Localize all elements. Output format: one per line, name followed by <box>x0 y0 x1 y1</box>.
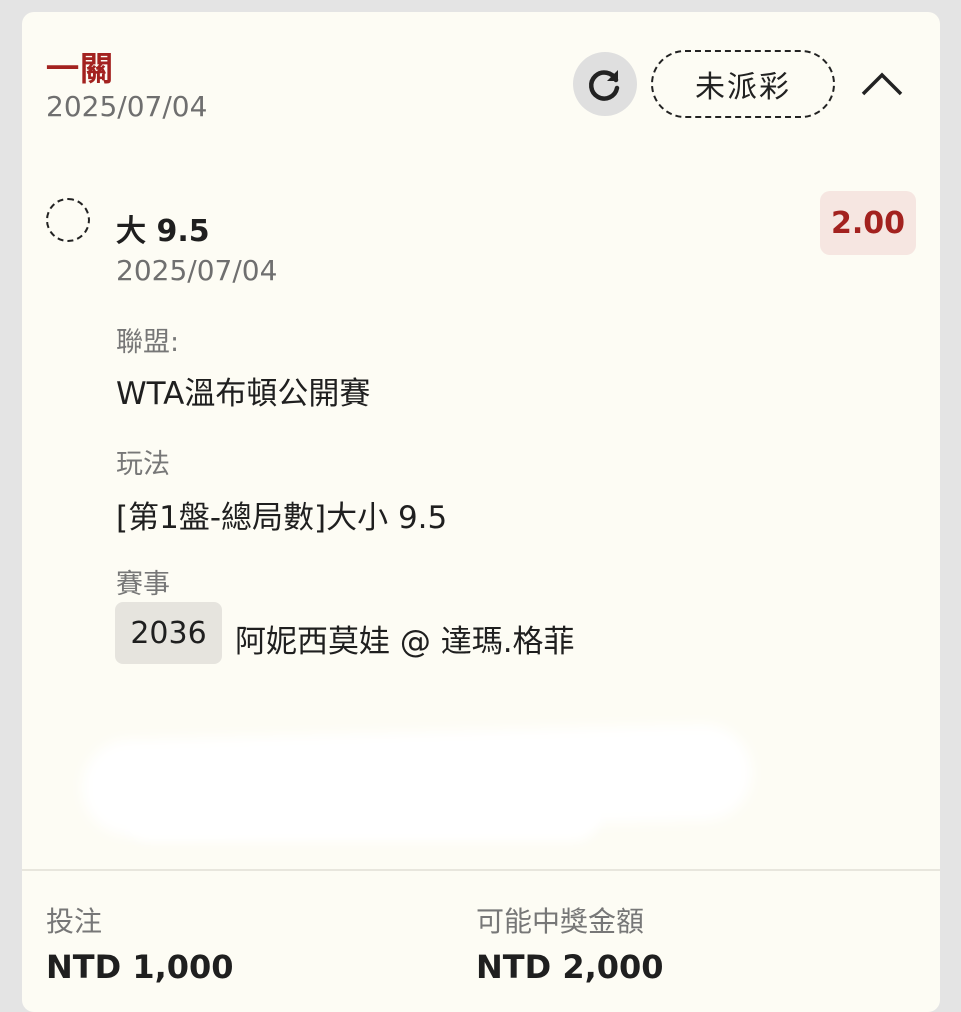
refresh-icon <box>588 70 620 101</box>
event-id-badge: 2036 <box>115 602 222 664</box>
bet-slip-card: 一關 2025/07/04 未派彩 大 9.5 2.00 2025/07/04 … <box>22 12 940 1012</box>
status-badge: 未派彩 <box>651 50 835 118</box>
refresh-button[interactable] <box>573 52 637 116</box>
league-label: 聯盟: <box>116 327 180 358</box>
league-value: WTA溫布頓公開賽 <box>116 376 371 412</box>
footer-divider <box>22 869 940 871</box>
selection-name: 大 9.5 <box>116 214 210 249</box>
payout-value: NTD 2,000 <box>476 948 664 986</box>
event-match: 阿妮西莫娃 @ 達瑪.格菲 <box>235 624 575 660</box>
bet-date: 2025/07/04 <box>46 90 208 123</box>
collapse-button[interactable] <box>854 56 910 112</box>
selection-radio[interactable] <box>46 198 90 242</box>
chevron-up-icon <box>861 72 903 96</box>
stake-label: 投注 <box>46 905 103 938</box>
market-value: [第1盤-總局數]大小 9.5 <box>116 500 448 536</box>
payout-label: 可能中獎金額 <box>476 905 645 938</box>
bet-type-title: 一關 <box>46 49 114 88</box>
market-label: 玩法 <box>116 449 170 480</box>
odds-badge: 2.00 <box>820 191 916 255</box>
event-label: 賽事 <box>116 569 170 600</box>
stake-value: NTD 1,000 <box>46 948 234 986</box>
redaction-smudge-lower <box>122 782 602 842</box>
selection-date: 2025/07/04 <box>116 254 278 287</box>
